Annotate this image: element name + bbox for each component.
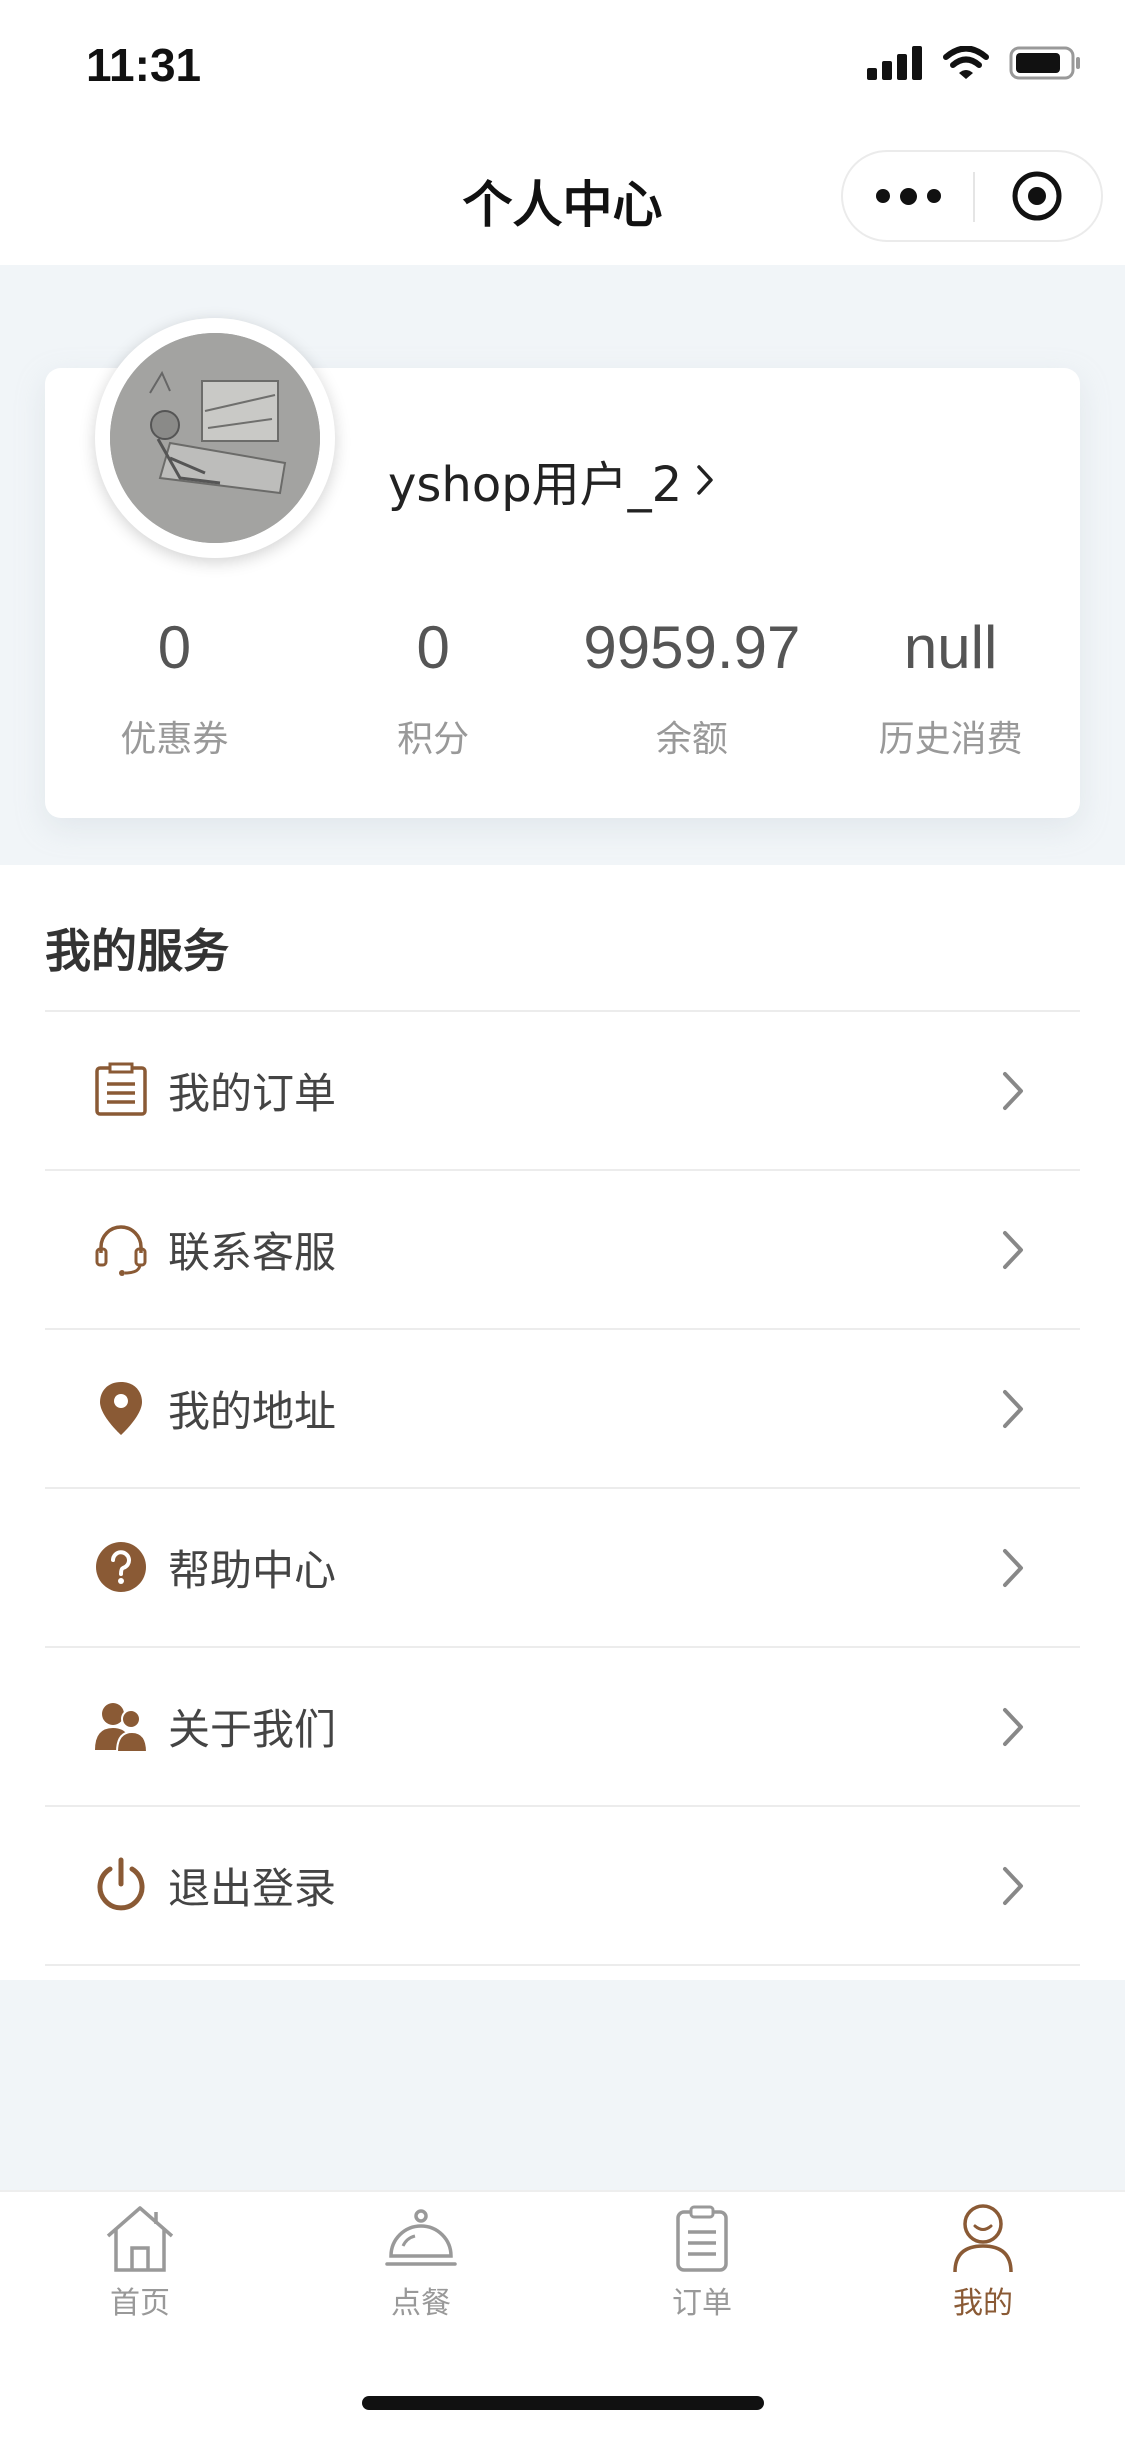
mini-program-capsule — [841, 150, 1103, 242]
location-pin-icon — [100, 1382, 142, 1435]
chevron-right-icon — [1003, 1231, 1023, 1269]
service-label: 关于我们 — [168, 1705, 337, 1754]
capsule-divider — [973, 172, 975, 222]
order-list-icon — [95, 1062, 147, 1116]
more-button[interactable] — [843, 152, 973, 240]
status-bar: 11:31 — [0, 0, 1125, 135]
chevron-right-icon — [1003, 1072, 1023, 1110]
stat-label: 优惠券 — [120, 719, 229, 760]
service-label: 我的地址 — [168, 1387, 337, 1436]
chevron-right-icon — [1003, 1390, 1023, 1428]
stat-value: null — [903, 614, 998, 681]
signal-icon — [867, 46, 922, 80]
home-indicator[interactable] — [362, 2396, 764, 2410]
service-label: 我的订单 — [168, 1069, 337, 1118]
status-time: 11:31 — [86, 39, 202, 91]
stat-value: 0 — [157, 614, 192, 681]
stats-row: 0 优惠券 0 积分 9959.97 余额 null 历史消费 — [45, 608, 1080, 762]
tab-label: 我的 — [953, 2286, 1013, 2321]
tab-label: 点餐 — [391, 2286, 451, 2321]
stat-label: 积分 — [397, 719, 470, 760]
service-item-my-orders[interactable]: 我的订单 — [45, 1012, 1080, 1171]
tab-home[interactable]: 首页 — [40, 2202, 240, 2322]
more-dot-icon — [926, 189, 941, 203]
service-item-logout[interactable]: 退出登录 — [45, 1807, 1080, 1966]
stat-points[interactable]: 0 积分 — [304, 608, 563, 762]
avatar[interactable] — [95, 318, 335, 558]
chevron-right-icon — [1003, 1867, 1023, 1905]
service-label: 联系客服 — [168, 1228, 337, 1277]
chevron-right-icon — [1003, 1549, 1023, 1587]
tab-orders[interactable]: 订单 — [602, 2202, 802, 2322]
section-title: 我的服务 — [45, 924, 229, 978]
username-link[interactable]: yshop用户_2 — [388, 445, 714, 515]
chevron-right-icon — [1003, 1708, 1023, 1746]
username: yshop用户_2 — [388, 457, 683, 513]
stat-value: 0 — [416, 614, 450, 681]
order-icon — [676, 2205, 728, 2272]
services-section: 我的服务 我的订单 联系客服 我的地址 帮助中心 关于我们 退出登录 — [0, 865, 1125, 1980]
services-list: 我的订单 联系客服 我的地址 帮助中心 关于我们 退出登录 — [45, 1010, 1080, 1966]
service-item-contact-support[interactable]: 联系客服 — [45, 1171, 1080, 1330]
stat-value: 9959.97 — [583, 614, 801, 681]
service-item-my-address[interactable]: 我的地址 — [45, 1330, 1080, 1489]
status-icons — [867, 46, 1081, 80]
service-item-help-center[interactable]: 帮助中心 — [45, 1489, 1080, 1648]
cloche-icon — [385, 2209, 457, 2266]
power-icon — [97, 1857, 145, 1911]
more-dot-icon — [899, 187, 917, 205]
home-icon — [106, 2206, 174, 2272]
service-item-about-us[interactable]: 关于我们 — [45, 1648, 1080, 1807]
battery-icon — [1009, 46, 1080, 80]
help-icon — [96, 1542, 146, 1592]
headset-icon — [95, 1225, 147, 1276]
tab-order-food[interactable]: 点餐 — [321, 2202, 521, 2322]
stat-balance[interactable]: 9959.97 余额 — [563, 608, 822, 762]
service-label: 退出登录 — [168, 1864, 337, 1913]
wifi-icon — [943, 46, 989, 79]
profile-icon — [953, 2204, 1013, 2273]
service-label: 帮助中心 — [168, 1546, 337, 1595]
users-icon — [95, 1703, 149, 1753]
stat-coupons[interactable]: 0 优惠券 — [45, 608, 304, 762]
stat-label: 历史消费 — [878, 719, 1023, 760]
tab-label: 首页 — [110, 2286, 170, 2321]
stat-history[interactable]: null 历史消费 — [821, 608, 1080, 762]
chevron-right-icon — [697, 465, 713, 495]
more-dot-icon — [875, 189, 890, 203]
tab-label: 订单 — [672, 2286, 732, 2321]
nav-bar: 个人中心 — [0, 135, 1125, 265]
close-target-icon[interactable] — [1011, 170, 1063, 222]
tab-mine[interactable]: 我的 — [883, 2202, 1083, 2322]
stat-label: 余额 — [655, 719, 728, 760]
avatar-image — [110, 333, 320, 543]
